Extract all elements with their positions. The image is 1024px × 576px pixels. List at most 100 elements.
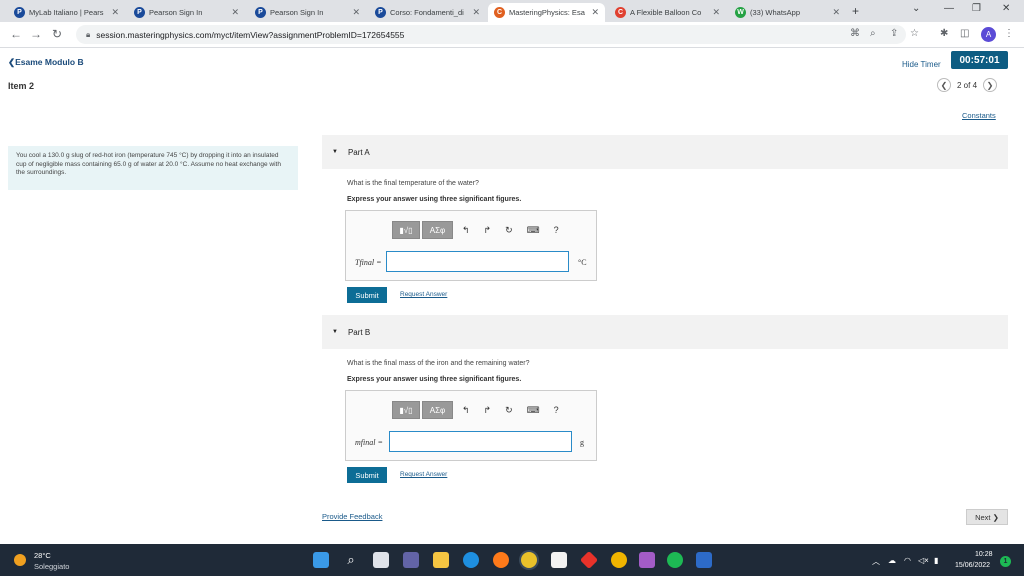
extensions-icon[interactable]: ✱ (940, 28, 948, 39)
tab-whatsapp[interactable]: W (33) WhatsApp ✕ (729, 3, 846, 22)
problem-statement: You cool a 130.0 g slug of red-hot iron … (8, 146, 298, 190)
profile-avatar[interactable]: A (981, 27, 996, 42)
part-b-submit-button[interactable]: Submit (347, 467, 387, 483)
zoom-icon[interactable]: ⌕ (870, 28, 876, 39)
teams-icon[interactable] (403, 552, 419, 568)
templates-button[interactable]: ▮√▯ (392, 401, 420, 419)
redo-icon[interactable]: ↱ (484, 405, 492, 416)
battery-icon[interactable]: ▮ (934, 556, 938, 565)
undo-icon[interactable]: ↰ (462, 405, 470, 416)
next-item-button[interactable]: ❯ (983, 78, 998, 92)
lock-icon[interactable]: 🔒︎ (86, 30, 90, 40)
volume-icon[interactable]: ◁× (918, 556, 929, 565)
tab-label: Pearson Sign In (149, 8, 203, 17)
windows-start-icon[interactable] (313, 552, 329, 568)
reset-icon[interactable]: ↻ (505, 225, 513, 236)
close-icon[interactable]: ✕ (832, 7, 840, 18)
greek-symbols-button[interactable]: ΑΣφ (422, 401, 453, 419)
weather-temperature[interactable]: 28°C (34, 551, 51, 560)
greek-symbols-button[interactable]: ΑΣφ (422, 221, 453, 239)
close-icon[interactable]: ✕ (231, 7, 239, 18)
cloud-icon[interactable]: ☁ (888, 556, 896, 565)
photos-icon[interactable] (696, 552, 712, 568)
pearson-icon: P (255, 7, 266, 18)
constants-link[interactable]: Constants (962, 111, 996, 120)
translate-icon[interactable]: ⌘ (850, 28, 860, 39)
tab-label: A Flexible Balloon Co (630, 8, 702, 17)
tab-pearson-sign-in-1[interactable]: P Pearson Sign In ✕ (128, 3, 245, 22)
store-icon[interactable] (551, 552, 567, 568)
tab-mastering-physics[interactable]: C MasteringPhysics: Esa ✕ (488, 3, 605, 22)
close-icon[interactable]: ✕ (472, 7, 480, 18)
item-pager: ❮ 2 of 4 ❯ (937, 78, 998, 92)
notification-badge[interactable]: 1 (1000, 556, 1011, 567)
item-title: Item 2 (8, 81, 35, 91)
tab-mylab[interactable]: P MyLab Italiano | Pears ✕ (8, 3, 125, 22)
chrome-icon[interactable] (521, 552, 537, 568)
file-explorer-icon[interactable] (433, 552, 449, 568)
close-icon[interactable]: ✕ (352, 7, 360, 18)
side-panel-icon[interactable]: ◫ (960, 28, 969, 39)
search-icon[interactable]: ⌕ (343, 552, 359, 568)
chevron-up-icon[interactable]: ︿ (872, 556, 880, 567)
provide-feedback-link[interactable]: Provide Feedback (322, 512, 382, 521)
part-a-instruction: Express your answer using three signific… (347, 196, 522, 203)
part-b-instruction: Express your answer using three signific… (347, 376, 522, 383)
weather-description[interactable]: Soleggiato (34, 562, 69, 571)
reset-icon[interactable]: ↻ (505, 405, 513, 416)
close-icon[interactable]: ✕ (712, 7, 720, 18)
firefox-icon[interactable] (493, 552, 509, 568)
part-a-unit: °C (578, 258, 587, 267)
sun-icon[interactable] (14, 554, 26, 566)
part-b-request-answer-link[interactable]: Request Answer (400, 471, 447, 478)
edge-icon[interactable] (463, 552, 479, 568)
part-b-answer-input[interactable] (389, 431, 572, 452)
share-icon[interactable]: ⇪ (890, 28, 898, 39)
part-b-answer-box: ▮√▯ ΑΣφ ↰ ↱ ↻ ⌨ ? mfinal = g (345, 390, 597, 461)
tab-corso[interactable]: P Corso: Fondamenti_di ✕ (369, 3, 486, 22)
new-tab-button[interactable]: + (852, 4, 859, 18)
part-a-answer-input[interactable] (386, 251, 569, 272)
close-icon[interactable]: ✕ (591, 7, 599, 18)
tab-search-icon[interactable]: ⌄ (912, 3, 920, 14)
help-icon[interactable]: ? (554, 405, 559, 415)
caret-down-icon: ▼ (332, 329, 338, 335)
keyboard-icon[interactable]: ⌨ (527, 225, 540, 236)
clock-date[interactable]: 15/06/2022 (955, 562, 990, 569)
next-button[interactable]: Next ❯ (966, 509, 1008, 525)
part-a-request-answer-link[interactable]: Request Answer (400, 291, 447, 298)
redo-icon[interactable]: ↱ (484, 225, 492, 236)
undo-icon[interactable]: ↰ (462, 225, 470, 236)
close-window-icon[interactable]: ✕ (1002, 3, 1010, 14)
tab-pearson-sign-in-2[interactable]: P Pearson Sign In ✕ (249, 3, 366, 22)
restore-icon[interactable]: ❐ (972, 3, 981, 14)
minimize-icon[interactable]: — (944, 3, 954, 14)
forward-arrow-icon[interactable]: → (30, 27, 42, 41)
templates-button[interactable]: ▮√▯ (392, 221, 420, 239)
reload-icon[interactable]: ↻ (52, 27, 62, 41)
address-bar[interactable]: 🔒︎ session.masteringphysics.com/myct/ite… (76, 25, 906, 44)
help-icon[interactable]: ? (554, 225, 559, 235)
spotify-icon[interactable] (667, 552, 683, 568)
part-a-header[interactable]: ▼ Part A (322, 135, 1008, 169)
keyboard-icon[interactable]: ⌨ (527, 405, 540, 416)
back-arrow-icon[interactable]: ← (10, 27, 22, 41)
chegg-icon: C (615, 7, 626, 18)
part-b-header[interactable]: ▼ Part B (322, 315, 1008, 349)
app-icon[interactable] (639, 552, 655, 568)
windows-taskbar: 28°C Soleggiato ⌕ ︿ ☁ ◠ ◁× ▮ 10:28 15/06… (0, 544, 1024, 576)
bookmark-star-icon[interactable]: ☆ (910, 28, 919, 39)
previous-item-button[interactable]: ❮ (937, 78, 951, 92)
close-icon[interactable]: ✕ (111, 7, 119, 18)
back-to-assignment-link[interactable]: ❮Esame Modulo B (8, 57, 84, 68)
office-icon[interactable] (579, 550, 599, 570)
app-icon[interactable] (611, 552, 627, 568)
clock-time[interactable]: 10:28 (975, 551, 993, 558)
part-a-variable-label: Tfinal = (355, 258, 382, 267)
wifi-icon[interactable]: ◠ (904, 556, 911, 565)
tab-flexible-balloon[interactable]: C A Flexible Balloon Co ✕ (609, 3, 726, 22)
menu-kebab-icon[interactable]: ⋮ (1004, 28, 1014, 39)
part-a-submit-button[interactable]: Submit (347, 287, 387, 303)
hide-timer-link[interactable]: Hide Timer (902, 60, 941, 69)
task-view-icon[interactable] (373, 552, 389, 568)
